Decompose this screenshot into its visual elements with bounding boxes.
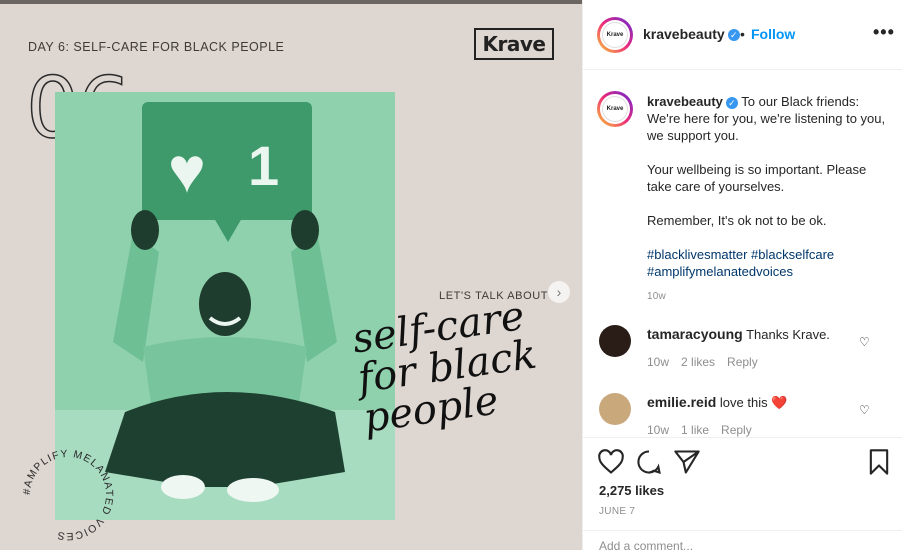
caption-line-2: Your wellbeing is so important. Please t… <box>647 162 867 194</box>
likes-count[interactable]: 2,275 likes <box>599 483 664 498</box>
reply-button[interactable]: Reply <box>721 423 752 437</box>
add-comment-bar: Add a comment... <box>583 530 902 550</box>
script-text: self-care for black people <box>350 289 582 442</box>
comment-like-icon[interactable]: ♡ <box>859 403 870 417</box>
top-strip <box>0 0 582 4</box>
comment-likes[interactable]: 1 like <box>681 423 709 437</box>
comment-text: tamaracyoung Thanks Krave. <box>647 325 857 344</box>
caption-avatar[interactable]: Krave <box>597 91 633 127</box>
reply-button[interactable]: Reply <box>727 355 758 369</box>
avatar-label: Krave <box>600 20 630 50</box>
commenter-username[interactable]: emilie.reid <box>647 394 716 410</box>
comment-likes[interactable]: 2 likes <box>681 355 715 369</box>
verified-icon: ✓ <box>725 96 738 109</box>
verified-icon: ✓ <box>727 28 740 41</box>
follow-button[interactable]: Follow <box>751 26 795 42</box>
post-actions: 2,275 likes JUNE 7 Add a comment... <box>583 437 902 550</box>
commenter-avatar[interactable] <box>599 393 631 425</box>
caption-hashtags[interactable]: #blacklivesmatter #blackselfcare #amplif… <box>647 246 887 280</box>
caption-time: 10w <box>647 291 666 302</box>
bookmark-icon[interactable] <box>865 448 893 476</box>
comment-meta: 10w 1 like Reply <box>647 423 764 437</box>
share-paper-plane-icon[interactable] <box>673 448 701 476</box>
comment-meta: 10w 2 likes Reply <box>647 355 770 369</box>
caption-username[interactable]: kravebeauty <box>647 94 723 109</box>
like-heart-icon[interactable] <box>597 448 625 476</box>
commenter-avatar[interactable] <box>599 325 631 357</box>
circle-text-path: #AMPLIFY MELANATED VOICES <box>21 448 114 542</box>
header-user[interactable]: kravebeauty ✓ <box>643 26 740 44</box>
caption-line-3: Remember, It's ok not to be ok. <box>647 213 827 228</box>
caption-avatar-label: Krave <box>600 94 630 124</box>
comment-body: Thanks Krave. <box>746 327 830 342</box>
caption: kravebeauty ✓ To our Black friends: We're… <box>647 93 887 297</box>
post-header: Krave kravebeauty ✓ • Follow ••• <box>583 0 902 70</box>
svg-text:#AMPLIFY MELANATED VOICES: #AMPLIFY MELANATED VOICES <box>21 448 115 542</box>
comment-like-icon[interactable]: ♡ <box>859 335 870 349</box>
comments-area[interactable]: Krave kravebeauty ✓ To our Black friends:… <box>583 71 902 437</box>
comment-text: emilie.reid love this ❤️ <box>647 393 857 412</box>
circle-text: #AMPLIFY MELANATED VOICES <box>21 448 115 542</box>
header-username[interactable]: kravebeauty <box>643 26 725 42</box>
commenter-username[interactable]: tamaracyoung <box>647 326 743 342</box>
comment-row: emilie.reid love this ❤️ 10w 1 like Reply … <box>583 393 902 437</box>
instagram-post-modal: DAY 6: SELF-CARE FOR BLACK PEOPLE Krave … <box>0 0 902 550</box>
comment-bubble-icon[interactable] <box>635 448 663 476</box>
separator-dot: • <box>740 26 745 42</box>
avatar[interactable]: Krave <box>597 17 633 53</box>
caption-line-1: kravebeauty ✓ To our Black friends: We're… <box>647 93 887 144</box>
post-image[interactable]: DAY 6: SELF-CARE FOR BLACK PEOPLE Krave … <box>0 0 582 550</box>
add-comment-input[interactable]: Add a comment... <box>599 539 693 550</box>
post-sidebar: Krave kravebeauty ✓ • Follow ••• Krave kr… <box>582 0 902 550</box>
comment-time: 10w <box>647 423 670 437</box>
comment-row: tamaracyoung Thanks Krave. 10w 2 likes Rep… <box>583 325 902 385</box>
day-label: DAY 6: SELF-CARE FOR BLACK PEOPLE <box>28 40 285 54</box>
krave-logo: Krave <box>474 28 554 60</box>
comment-body: love this ❤️ <box>719 395 788 410</box>
post-date: JUNE 7 <box>599 506 636 517</box>
comment-time: 10w <box>647 355 670 369</box>
more-options-icon[interactable]: ••• <box>873 22 895 43</box>
